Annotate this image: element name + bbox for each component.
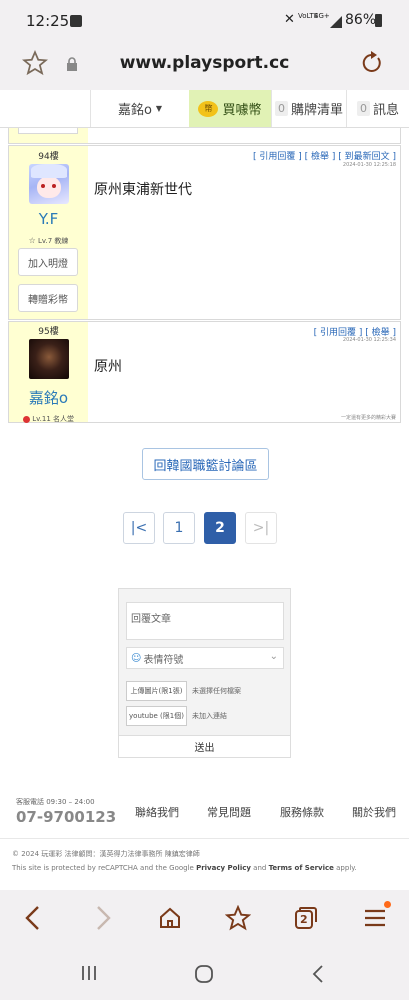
gallery-icon xyxy=(70,15,82,27)
mute-icon: ✕ xyxy=(284,12,295,27)
chevron-down-icon: ⌄ xyxy=(269,651,278,662)
notification-dot-icon xyxy=(384,901,391,908)
quote-reply-link[interactable]: [ 引用回覆 ] xyxy=(253,152,302,162)
tab-count: 2 xyxy=(300,913,308,926)
coin-icon: 幣 xyxy=(198,100,219,117)
battery-icon xyxy=(375,14,382,27)
post-content: 原州 xyxy=(94,359,122,375)
recaptcha-apply: apply. xyxy=(333,864,357,872)
user-panel: 95樓 嘉銘o Lv.11 名人堂 xyxy=(9,322,88,423)
avatar[interactable] xyxy=(28,164,69,204)
msg-label: 訊息 xyxy=(372,103,399,118)
battery-percent: 86% xyxy=(345,12,377,28)
emoji-select[interactable]: ☺ 表情符號 ⌄ xyxy=(126,647,284,669)
user-menu-label: 嘉銘o xyxy=(117,103,152,118)
post-footer-note: 一定還有更多的精彩大賽 xyxy=(340,415,396,421)
reply-textarea[interactable]: 回覆文章 xyxy=(126,602,284,640)
home-circle-icon[interactable] xyxy=(194,964,214,988)
emoji-select-label: 表情符號 xyxy=(143,654,184,666)
url-text[interactable]: www.playsport.cc xyxy=(0,53,409,73)
floor-number: 95樓 xyxy=(38,327,59,337)
status-bar: 12:25 ✕ VoLTE 4G+ 86% xyxy=(0,0,409,44)
forward-arrow-icon[interactable] xyxy=(92,905,114,935)
signal-icon xyxy=(330,14,342,32)
page-1-button[interactable]: 1 xyxy=(163,512,195,544)
level-star-icon: ☆ xyxy=(28,236,36,245)
privacy-policy-link[interactable]: Privacy Policy xyxy=(196,864,251,872)
submit-button[interactable]: 送出 xyxy=(119,735,290,757)
msg-count: 0 xyxy=(356,101,370,116)
footer-link-faq[interactable]: 常見問題 xyxy=(207,804,251,820)
caret-down-icon: ▼ xyxy=(155,104,163,113)
upload-image-button[interactable]: 上傳圖片(限1張) xyxy=(126,681,187,701)
reload-icon[interactable] xyxy=(360,51,384,79)
level-badge-icon xyxy=(22,415,30,423)
previous-post-button-edge[interactable] xyxy=(18,128,78,134)
post-timestamp: 2024-01-30 12:25:34 xyxy=(342,337,396,343)
post-timestamp: 2024-01-30 12:25:18 xyxy=(342,162,396,168)
back-to-forum-label: 回韓國職籃討論區 xyxy=(153,458,258,474)
terms-of-service-link[interactable]: Terms of Service xyxy=(269,864,334,872)
latest-reply-link[interactable]: [ 到最新回文 ] xyxy=(338,152,396,162)
recaptcha-and: and xyxy=(250,864,269,872)
reply-post: 94樓 Y.F ☆ Lv.7 教練 加入明燈 轉贈彩幣 [ 引用回覆 ] [ 檢… xyxy=(8,145,401,320)
buy-coins-label: 買噱幣 xyxy=(222,103,262,118)
buy-coins-button[interactable]: 幣 買噱幣 xyxy=(189,90,271,127)
cart-link[interactable]: 0 購牌清單 xyxy=(272,90,346,127)
cart-label: 購牌清單 xyxy=(290,103,343,118)
smiley-icon: ☺ xyxy=(131,652,142,664)
youtube-status: 未加入連結 xyxy=(192,712,227,720)
copyright: © 2024 玩運彩 法律顧問：漢英得力法律事務所 陳鎮宏律師 xyxy=(12,850,200,858)
user-menu[interactable]: 嘉銘o ▼ xyxy=(91,90,189,127)
last-page-button[interactable]: >| xyxy=(245,512,277,544)
recaptcha-notice: This site is protected by reCAPTCHA and … xyxy=(12,864,357,872)
footer-link-about[interactable]: 關於我們 xyxy=(352,804,396,820)
service-hours: 客服電話 09:30 – 24:00 xyxy=(16,798,95,806)
service-phone[interactable]: 07-9700123 xyxy=(16,808,116,826)
reply-form: 回覆文章 ☺ 表情符號 ⌄ 上傳圖片(限1張) 未選擇任何檔案 youtube … xyxy=(118,588,291,758)
site-nav-bar: 嘉銘o ▼ 幣 買噱幣 0 購牌清單 0 訊息 xyxy=(0,90,409,128)
system-nav-bar xyxy=(0,948,409,1000)
recent-apps-icon[interactable] xyxy=(80,964,98,986)
username[interactable]: 嘉銘o xyxy=(9,387,88,408)
system-back-icon[interactable] xyxy=(310,964,326,988)
upload-status: 未選擇任何檔案 xyxy=(192,687,241,695)
tabs-button[interactable]: 2 xyxy=(294,906,318,930)
browser-bottom-bar: 2 xyxy=(0,890,409,948)
back-to-forum-button[interactable]: 回韓國職籃討論區 xyxy=(142,448,269,480)
footer-link-contact[interactable]: 聯絡我們 xyxy=(135,804,179,820)
browser-url-bar: www.playsport.cc xyxy=(0,44,409,90)
post-actions: [ 引用回覆 ] [ 檢舉 ] [ 到最新回文 ] xyxy=(253,149,396,162)
bookmarks-icon[interactable] xyxy=(224,904,252,935)
previous-post-tail xyxy=(8,128,401,144)
user-level: Lv.7 教練 xyxy=(38,237,69,245)
messages-link[interactable]: 0 訊息 xyxy=(347,90,409,127)
recaptcha-text: This site is protected by reCAPTCHA and … xyxy=(12,864,197,872)
youtube-button[interactable]: youtube (限1個) xyxy=(126,706,187,726)
post-content: 原州東浦新世代 xyxy=(94,182,192,198)
menu-icon[interactable] xyxy=(364,908,386,932)
report-link[interactable]: [ 檢舉 ] xyxy=(305,152,336,162)
network-label: 4G+ xyxy=(314,12,330,20)
cart-count: 0 xyxy=(274,101,288,116)
footer-divider xyxy=(0,838,409,839)
gift-coins-button[interactable]: 轉贈彩幣 xyxy=(18,284,78,312)
back-arrow-icon[interactable] xyxy=(22,905,44,935)
follow-button[interactable]: 加入明燈 xyxy=(18,248,78,276)
reply-post: 95樓 嘉銘o Lv.11 名人堂 [ 引用回覆 ] [ 檢舉 ] 2024-0… xyxy=(8,321,401,423)
avatar[interactable] xyxy=(28,339,69,379)
floor-number: 94樓 xyxy=(38,152,59,162)
home-icon[interactable] xyxy=(158,906,182,934)
user-level: Lv.11 名人堂 xyxy=(32,415,75,423)
username[interactable]: Y.F xyxy=(9,210,88,228)
footer-link-terms[interactable]: 服務條款 xyxy=(280,804,324,820)
first-page-button[interactable]: |< xyxy=(123,512,155,544)
clock: 12:25 xyxy=(26,12,70,30)
page-2-button[interactable]: 2 xyxy=(204,512,236,544)
